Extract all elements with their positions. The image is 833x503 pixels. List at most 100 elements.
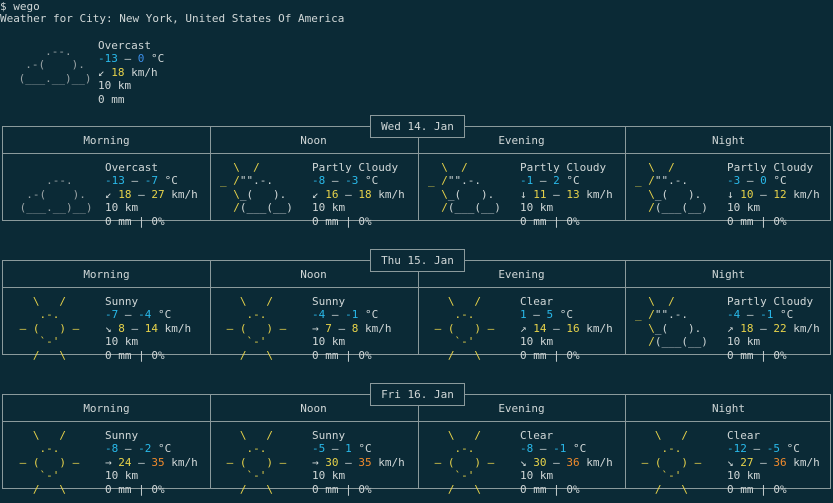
partly-cloudy-icon: \ / _ /"".-. \_( ). /(___(__)	[635, 161, 715, 215]
condition-text: Sunny	[312, 429, 346, 442]
wind-range: ↘ 30 – 36 km/h	[520, 455, 613, 469]
forecast-day: Morning Noon Evening Night Wed 14. Jan .--. …	[2, 115, 832, 228]
precipitation-text: 0 mm | 0%	[520, 214, 580, 228]
slot-info: Sunny -4 – -1 °C → 7 – 8 km/h 10 km 0 mm | 0…	[312, 295, 392, 362]
partly-cloudy-icon: \ / _ /"".-. \_( ). /(___(__)	[428, 161, 508, 215]
sun-icon: \ / .-. ― ( ) ― `-' / \	[434, 429, 495, 496]
forecast-slot: \ / _ /"".-. \_( ). /(___(__) Partly Clo…	[625, 161, 832, 228]
precipitation-text: 0 mm | 0%	[727, 482, 787, 496]
day-date-label: Fri 16. Jan	[370, 383, 465, 406]
wind-range: ↘ 27 – 36 km/h	[727, 455, 820, 469]
wind-range: ↙ 16 – 18 km/h	[312, 187, 405, 201]
condition-text: Partly Cloudy	[727, 161, 814, 174]
visibility-text: 10 km	[105, 335, 139, 349]
segment-label: Night	[711, 268, 746, 281]
wind-range: ↗ 18 – 22 km/h	[727, 321, 820, 335]
condition-text: Sunny	[312, 295, 346, 308]
current-wind: ↙ 18 km/h	[98, 65, 158, 79]
precipitation-text: 0 mm | 0%	[105, 482, 165, 496]
precipitation-text: 0 mm | 0%	[727, 214, 787, 228]
partly-cloudy-icon: \ / _ /"".-. \_( ). /(___(__)	[220, 161, 300, 215]
temperature-range: -1 – 2 °C	[520, 174, 580, 188]
forecast-day: Morning Noon Evening Night Fri 16. Jan \ / .…	[2, 383, 832, 496]
cloud-icon: .--. .-( ). (___.__)__)	[19, 174, 93, 215]
forecast-day: Morning Noon Evening Night Thu 15. Jan \ / .…	[2, 249, 832, 362]
forecast-slot: \ / _ /"".-. \_( ). /(___(__) Partly Clo…	[210, 161, 417, 228]
visibility-text: 10 km	[520, 469, 554, 483]
forecast-slot: \ / .-. ― ( ) ― `-' / \ Sunny -8 – -2 °C →…	[3, 429, 210, 496]
slot-info: Sunny -8 – -2 °C → 24 – 35 km/h 10 km 0 mm |…	[105, 429, 198, 496]
day-date-label: Wed 14. Jan	[370, 115, 465, 138]
temperature-range: -8 – -1 °C	[520, 442, 587, 456]
forecast-slot: \ / .-. ― ( ) ― `-' / \ Clear -12 – -5 °C…	[625, 429, 832, 496]
condition-text: Partly Cloudy	[727, 295, 814, 308]
temperature-range: -7 – -4 °C	[105, 308, 172, 322]
slot-info: Clear -8 – -1 °C ↘ 30 – 36 km/h 10 km 0 mm |…	[520, 429, 613, 496]
temperature-range: -5 – 1 °C	[312, 442, 372, 456]
visibility-text: 10 km	[520, 201, 554, 215]
sun-icon: \ / .-. ― ( ) ― `-' / \	[19, 295, 80, 362]
day-date-label: Thu 15. Jan	[370, 249, 465, 272]
segment-label: Morning	[83, 268, 130, 281]
visibility-text: 10 km	[312, 201, 346, 215]
precipitation-text: 0 mm | 0%	[105, 214, 165, 228]
wind-range: → 7 – 8 km/h	[312, 321, 392, 335]
forecast-slot: .--. .-( ). (___.__)__) Overcast -13 – -7…	[3, 161, 210, 228]
slot-info: Partly Cloudy -3 – 0 °C ↓ 10 – 12 km/h 10 k…	[727, 161, 820, 228]
slot-info: Overcast -13 – -7 °C ↙ 18 – 27 km/h 10 km 0 …	[105, 161, 198, 228]
forecast-slot: \ / _ /"".-. \_( ). /(___(__) Partly Clo…	[418, 161, 625, 228]
temperature-range: -12 – -5 °C	[727, 442, 800, 456]
slot-info: Clear 1 – 5 °C ↗ 14 – 16 km/h 10 km 0 mm | 0…	[520, 295, 613, 362]
condition-text: Clear	[727, 429, 761, 442]
segment-label: Night	[711, 134, 746, 147]
slot-info: Partly Cloudy -4 – -1 °C ↗ 18 – 22 km/h 10 …	[727, 295, 820, 362]
visibility-text: 10 km	[312, 469, 346, 483]
segment-label: Morning	[83, 134, 130, 147]
precipitation-text: 0 mm | 0%	[312, 482, 372, 496]
visibility-text: 10 km	[105, 201, 139, 215]
visibility-text: 10 km	[727, 469, 761, 483]
forecast-slot: \ / .-. ― ( ) ― `-' / \ Sunny -5 – 1 °C → …	[210, 429, 417, 496]
visibility-text: 10 km	[520, 335, 554, 349]
current-weather-info: Overcast -13 – 0 °C ↙ 18 km/h 10 km 0 mm	[98, 39, 164, 106]
forecast-slot: \ / .-. ― ( ) ― `-' / \ Sunny -4 – -1 °C →…	[210, 295, 417, 362]
visibility-text: 10 km	[727, 201, 761, 215]
current-visibility: 10 km	[98, 79, 132, 93]
sun-icon: \ / .-. ― ( ) ― `-' / \	[226, 295, 287, 362]
current-weather-cloud-icon: .--. .-( ). (___.__)__)	[18, 45, 92, 85]
wind-range: ↓ 11 – 13 km/h	[520, 187, 613, 201]
condition-text: Sunny	[105, 295, 139, 308]
current-temperature: -13 – 0 °C	[98, 52, 165, 66]
temperature-range: -8 – -3 °C	[312, 174, 379, 188]
forecast-slot: \ / .-. ― ( ) ― `-' / \ Clear 1 – 5 °C ↗ 1…	[418, 295, 625, 362]
slot-info: Sunny -5 – 1 °C → 30 – 35 km/h 10 km 0 mm | …	[312, 429, 405, 496]
current-precipitation: 0 mm	[98, 92, 125, 106]
condition-text: Clear	[520, 295, 554, 308]
wind-range: → 24 – 35 km/h	[105, 455, 198, 469]
temperature-range: -4 – -1 °C	[312, 308, 379, 322]
precipitation-text: 0 mm | 0%	[312, 214, 372, 228]
segment-label: Morning	[83, 402, 130, 415]
segment-label: Night	[711, 402, 746, 415]
wind-range: → 30 – 35 km/h	[312, 455, 405, 469]
wind-range: ↙ 18 – 27 km/h	[105, 187, 198, 201]
temperature-range: -4 – -1 °C	[727, 308, 794, 322]
condition-text: Overcast	[105, 161, 158, 174]
condition-text: Partly Cloudy	[520, 161, 607, 174]
condition-text: Clear	[520, 429, 554, 442]
forecast-slot: \ / .-. ― ( ) ― `-' / \ Sunny -7 – -4 °C ↘…	[3, 295, 210, 362]
precipitation-text: 0 mm | 0%	[312, 348, 372, 362]
visibility-text: 10 km	[105, 469, 139, 483]
slot-info: Clear -12 – -5 °C ↘ 27 – 36 km/h 10 km 0 mm …	[727, 429, 820, 496]
temperature-range: -13 – -7 °C	[105, 174, 178, 188]
sun-icon: \ / .-. ― ( ) ― `-' / \	[19, 429, 80, 496]
precipitation-text: 0 mm | 0%	[105, 348, 165, 362]
slot-info: Partly Cloudy -8 – -3 °C ↙ 16 – 18 km/h 10 …	[312, 161, 405, 228]
current-condition: Overcast	[98, 39, 151, 52]
sun-icon: \ / .-. ― ( ) ― `-' / \	[641, 429, 702, 496]
temperature-range: -8 – -2 °C	[105, 442, 172, 456]
location-header: Weather for City: New York, United State…	[0, 12, 345, 25]
slot-info: Sunny -7 – -4 °C ↘ 8 – 14 km/h 10 km 0 mm | …	[105, 295, 191, 362]
wind-range: ↓ 10 – 12 km/h	[727, 187, 820, 201]
forecast-slot: \ / _ /"".-. \_( ). /(___(__) Partly Clo…	[625, 295, 832, 362]
